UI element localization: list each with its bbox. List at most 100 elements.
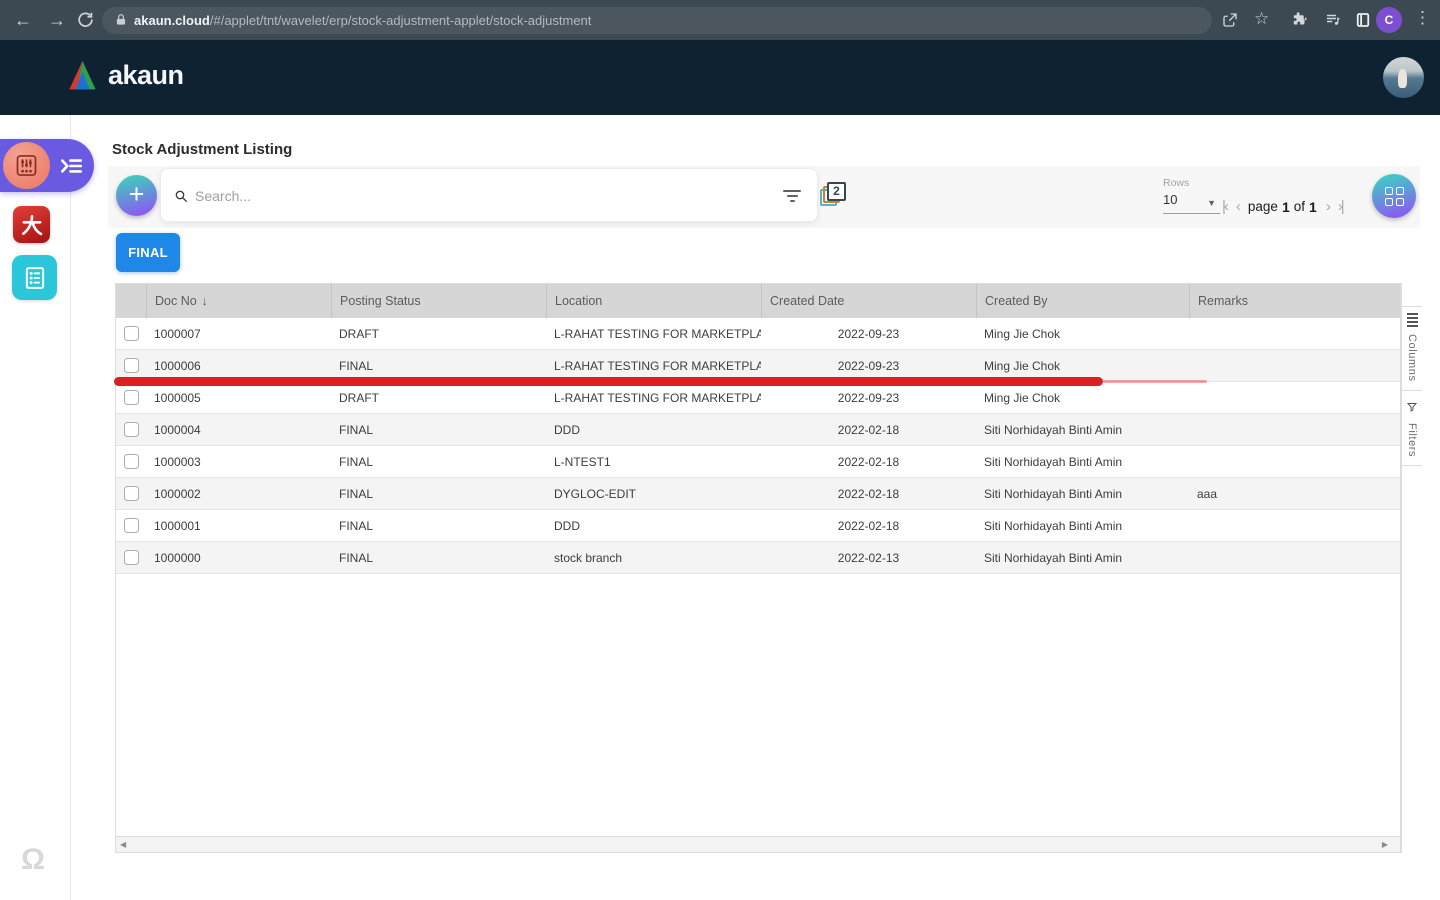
table-row[interactable]: 1000005 DRAFT L-RAHAT TESTING FOR MARKET… [116,382,1400,414]
table-side-panel: Columns Filters [1401,283,1422,853]
row-checkbox[interactable] [124,454,139,469]
lock-icon [114,13,128,27]
cell-doc-no: 1000007 [146,318,331,349]
column-header-posting-status[interactable]: Posting Status [331,284,546,318]
url-host: akaun.cloud [134,13,210,28]
browser-profile-avatar[interactable]: C [1376,7,1402,33]
akaun-triangle-icon [64,58,101,93]
browser-back-icon[interactable]: ← [14,8,32,32]
row-checkbox[interactable] [124,390,139,405]
horizontal-scrollbar[interactable]: ◀ ▶ [116,836,1400,852]
scroll-left-icon[interactable]: ◀ [120,840,126,849]
column-header-created-by[interactable]: Created By [976,284,1189,318]
cell-created-date: 2022-02-18 [761,510,976,541]
table-header-row: Doc No↓ Posting Status Location Created … [116,284,1400,318]
cell-remarks: aaa [1189,478,1400,509]
cell-location: L-RAHAT TESTING FOR MARKETPLACE [546,318,761,349]
pagination: |‹ ‹ page 1 of 1 › ›| [1222,198,1343,215]
scroll-right-icon[interactable]: ▶ [1382,840,1388,849]
tab-columns[interactable]: Columns [1402,307,1422,391]
listing-table-icon [21,264,49,292]
rows-per-page-select[interactable]: 10 ▼ [1163,192,1220,214]
control-panel-button[interactable] [3,142,50,189]
page-title: Stock Adjustment Listing [112,141,292,158]
cell-posting-status: FINAL [331,478,546,509]
da-character-icon [19,212,45,238]
rows-per-page-value: 10 [1163,192,1177,207]
browser-menu-icon[interactable]: ⋮ [1414,8,1431,28]
page-of: of [1294,199,1305,214]
user-avatar[interactable] [1383,57,1424,98]
table-row[interactable]: 1000003 FINAL L-NTEST1 2022-02-18 Siti N… [116,446,1400,478]
table-row[interactable]: 1000000 FINAL stock branch 2022-02-13 Si… [116,542,1400,574]
columns-icon [1407,313,1418,329]
table-row[interactable]: 1000007 DRAFT L-RAHAT TESTING FOR MARKET… [116,318,1400,350]
side-panel-icon[interactable] [1354,11,1372,29]
cell-location: DDD [546,510,761,541]
extensions-puzzle-icon[interactable] [1291,11,1309,29]
column-header-created-date[interactable]: Created Date [761,284,976,318]
cell-remarks [1189,542,1400,573]
column-header-remarks[interactable]: Remarks [1189,284,1400,318]
page-total: 1 [1309,199,1317,215]
row-checkbox[interactable] [124,550,139,565]
cell-location: stock branch [546,542,761,573]
row-checkbox[interactable] [124,326,139,341]
panel-corner [1402,283,1422,307]
row-checkbox[interactable] [124,422,139,437]
cell-created-date: 2022-09-23 [761,382,976,413]
tab-columns-label: Columns [1406,334,1418,382]
column-header-location[interactable]: Location [546,284,761,318]
cell-posting-status: FINAL [331,510,546,541]
bookmark-star-icon[interactable]: ☆ [1254,9,1269,29]
cell-created-date: 2022-02-18 [761,446,976,477]
grid-view-button[interactable] [1372,174,1416,218]
row-checkbox[interactable] [124,358,139,373]
tab-filters[interactable]: Filters [1402,394,1422,466]
table-row[interactable]: 1000004 FINAL DDD 2022-02-18 Siti Norhid… [116,414,1400,446]
column-header-doc-no[interactable]: Doc No↓ [146,284,331,318]
browser-toolbar: ← → akaun.cloud/#/applet/tnt/wavelet/erp… [0,0,1440,40]
add-record-button[interactable]: + [116,175,157,216]
share-icon[interactable] [1221,11,1239,29]
cell-remarks [1189,350,1400,381]
cell-doc-no: 1000000 [146,542,331,573]
cell-location: L-RAHAT TESTING FOR MARKETPLACE [546,382,761,413]
applet-icon-teal[interactable] [12,255,57,300]
browser-forward-icon[interactable]: → [48,8,66,32]
support-headset-icon[interactable]: Ω [21,843,45,877]
screen: ← → akaun.cloud/#/applet/tnt/wavelet/erp… [0,0,1440,900]
row-checkbox[interactable] [124,518,139,533]
table-row[interactable]: 1000002 FINAL DYGLOC-EDIT 2022-02-18 Sit… [116,478,1400,510]
cell-doc-no: 1000005 [146,382,331,413]
media-playlist-icon[interactable] [1324,11,1342,29]
page-current: 1 [1282,199,1290,215]
table-row[interactable]: 1000006 FINAL L-RAHAT TESTING FOR MARKET… [116,350,1400,382]
last-page-button[interactable]: ›| [1338,198,1343,215]
next-page-button[interactable]: › [1326,198,1329,215]
expand-menu-icon[interactable] [58,153,84,179]
status-filter-chip[interactable]: FINAL [116,233,180,272]
prev-page-button[interactable]: ‹ [1236,198,1239,215]
browser-reload-icon[interactable] [76,10,95,29]
cell-doc-no: 1000003 [146,446,331,477]
first-page-button[interactable]: |‹ [1222,198,1227,215]
cell-location: L-NTEST1 [546,446,761,477]
cell-posting-status: DRAFT [331,382,546,413]
grid-icon [1385,187,1393,195]
page-word: page [1248,199,1278,214]
cell-created-by: Siti Norhidayah Binti Amin [976,510,1189,541]
cell-posting-status: DRAFT [331,318,546,349]
app-header: akaun [0,40,1440,115]
duplicate-pages-icon[interactable]: 2 [820,182,848,210]
applet-icon-red[interactable] [13,206,50,243]
table-row[interactable]: 1000001 FINAL DDD 2022-02-18 Siti Norhid… [116,510,1400,542]
cell-doc-no: 1000002 [146,478,331,509]
floating-widget[interactable] [0,139,94,192]
row-checkbox[interactable] [124,486,139,501]
filter-funnel-icon [1406,400,1418,418]
search-filter-icon[interactable] [783,190,801,205]
address-bar[interactable]: akaun.cloud/#/applet/tnt/wavelet/erp/sto… [102,7,1212,34]
search-input[interactable] [195,183,755,209]
search-icon [173,188,189,204]
